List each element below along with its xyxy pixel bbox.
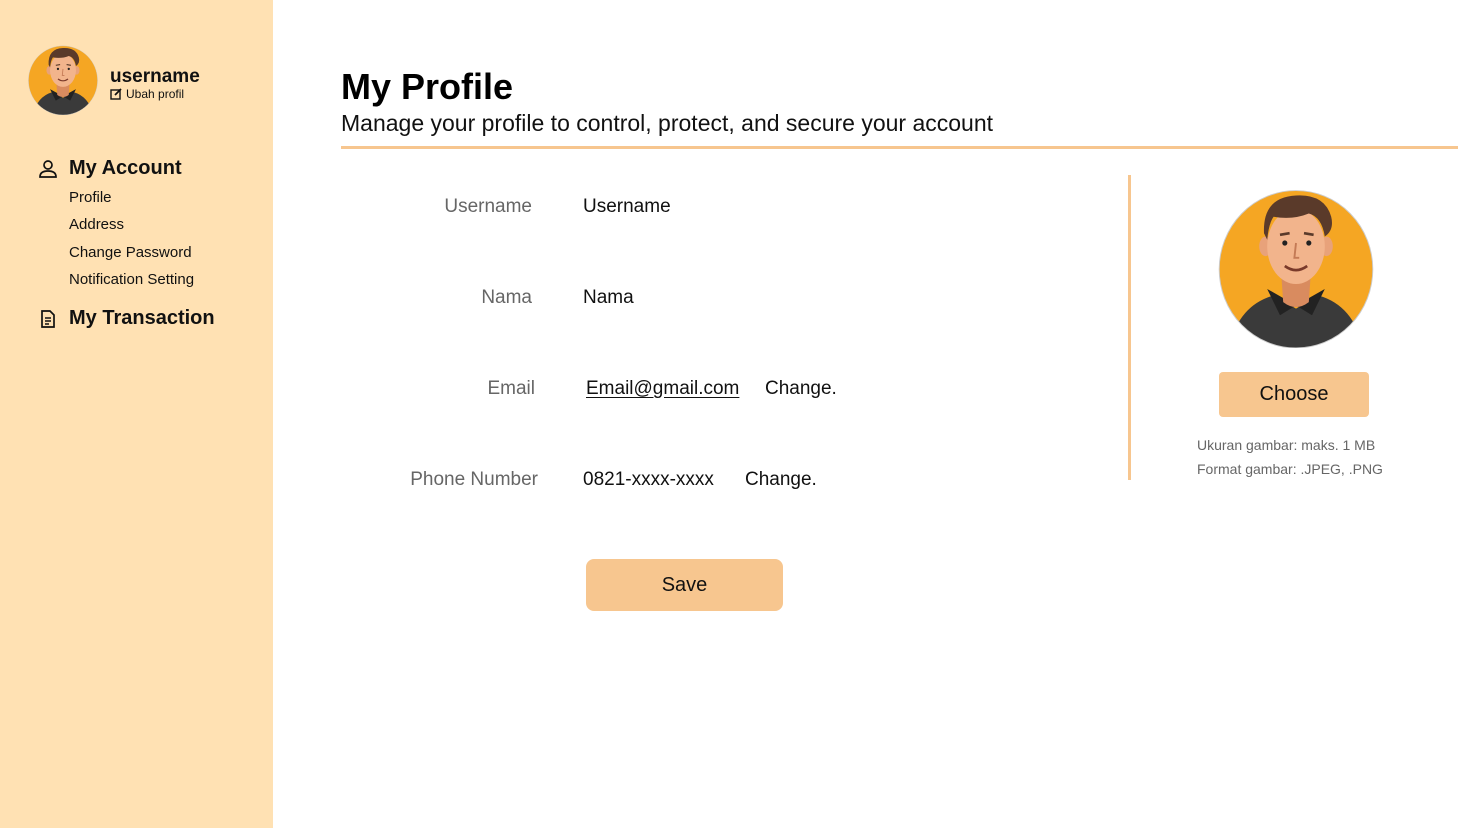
edit-profile-link[interactable]: Ubah profil <box>110 87 184 101</box>
sidebar-avatar[interactable] <box>27 43 99 115</box>
photo-section-divider <box>1128 175 1131 480</box>
nama-label: Nama <box>481 287 532 308</box>
image-size-hint: Ukuran gambar: maks. 1 MB <box>1197 437 1376 453</box>
username-value: Username <box>583 196 671 217</box>
save-button[interactable]: Save <box>586 559 783 611</box>
username-label: Username <box>444 196 532 217</box>
change-email-link[interactable]: Change. <box>765 378 837 400</box>
email-label: Email <box>487 378 535 399</box>
change-phone-link[interactable]: Change. <box>745 469 817 491</box>
profile-photo <box>1216 184 1376 348</box>
sidebar: username Ubah profil My Account Profile … <box>0 0 273 828</box>
sidebar-item-change-password[interactable]: Change Password <box>69 244 192 261</box>
edit-profile-label: Ubah profil <box>126 87 185 101</box>
phone-label: Phone Number <box>410 469 538 490</box>
phone-value: 0821-xxxx-xxxx <box>583 469 714 490</box>
page-subtitle: Manage your profile to control, protect,… <box>341 110 994 136</box>
sidebar-username: username <box>110 66 200 87</box>
nav-my-transaction[interactable]: My Transaction <box>38 307 215 330</box>
sidebar-item-address[interactable]: Address <box>69 216 124 233</box>
nav-my-transaction-label: My Transaction <box>69 307 215 329</box>
email-value[interactable]: Email@gmail.com <box>586 378 739 400</box>
nama-field[interactable]: Nama <box>583 287 634 309</box>
nav-my-account-label: My Account <box>69 157 182 179</box>
user-icon <box>39 159 57 178</box>
sidebar-item-profile[interactable]: Profile <box>69 189 112 206</box>
nav-my-account[interactable]: My Account <box>38 157 182 180</box>
document-icon <box>41 309 55 328</box>
image-format-hint: Format gambar: .JPEG, .PNG <box>1197 461 1383 477</box>
title-divider <box>341 146 1458 149</box>
page-title: My Profile <box>341 66 514 107</box>
edit-icon <box>110 88 122 100</box>
choose-photo-button[interactable]: Choose <box>1219 372 1369 417</box>
sidebar-item-notification-setting[interactable]: Notification Setting <box>69 271 194 288</box>
